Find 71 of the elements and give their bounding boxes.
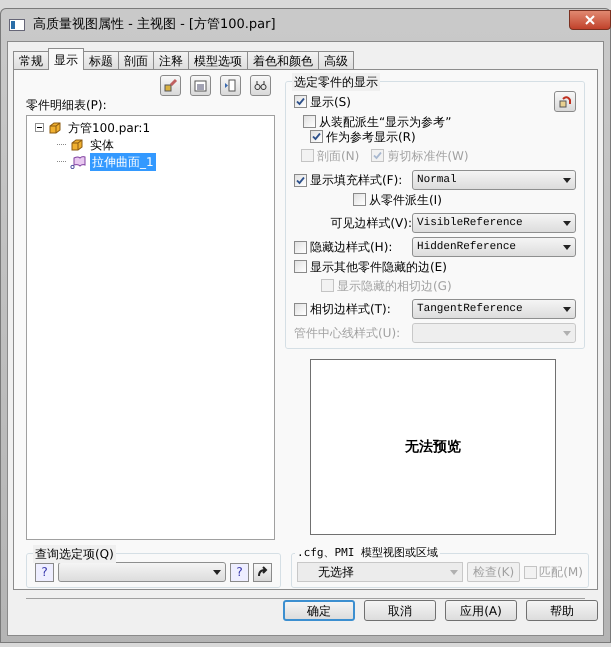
option-label: 作为参考显示(R): [326, 128, 416, 146]
dialog-button[interactable]: 帮助: [526, 600, 598, 621]
style-dropdown[interactable]: TangentReference: [412, 299, 576, 319]
group-title: .cfg、PMI 模型视图或区域: [295, 545, 440, 562]
caret-icon: [563, 220, 571, 226]
properties-icon[interactable]: [190, 75, 211, 96]
tab[interactable]: 模型选项: [188, 51, 248, 70]
redo-icon: [256, 566, 268, 578]
tab[interactable]: 显示: [48, 48, 84, 70]
caret-icon: [563, 244, 571, 250]
collapse-toggle[interactable]: [35, 123, 44, 132]
tree-item[interactable]: 实体: [88, 136, 116, 154]
tab[interactable]: 着色和颜色: [247, 51, 319, 70]
option-label: 相切边样式(T):: [310, 301, 391, 318]
show-label: 显示(S): [310, 94, 351, 110]
option-label: 可见边样式(V):: [330, 216, 412, 230]
window-icon: [9, 19, 25, 31]
tab[interactable]: 剖面: [118, 51, 154, 70]
option-label: 显示其他零件隐藏的边(E): [310, 258, 447, 276]
reset-button[interactable]: [554, 91, 576, 112]
list-icon[interactable]: [220, 75, 241, 96]
tree-item[interactable]: 方管100.par:1: [66, 118, 152, 136]
option-label: 剖面(N): [317, 148, 360, 164]
group-title: 查询选定项(Q): [33, 545, 116, 563]
tab[interactable]: 注释: [153, 51, 189, 70]
cube-arrow-icon: [558, 94, 572, 109]
help-button[interactable]: ?: [230, 562, 249, 582]
checkbox[interactable]: [294, 302, 307, 316]
caret-icon: [563, 306, 571, 312]
tree-label: 零件明细表(P):: [26, 97, 108, 114]
model-view-dropdown[interactable]: 无选择: [297, 562, 463, 582]
style-dropdown[interactable]: VisibleReference: [412, 213, 576, 233]
caret-icon: [563, 178, 571, 182]
close-button[interactable]: [569, 10, 611, 30]
style-dropdown[interactable]: Normal: [412, 170, 576, 190]
group-title: 选定零件的显示: [292, 73, 380, 91]
dialog-button[interactable]: 确定: [283, 600, 355, 621]
checkbox[interactable]: [294, 174, 307, 186]
cube-icon: [48, 120, 62, 134]
option-label: 匹配(M): [539, 564, 583, 581]
option-label: 显示隐藏的相切边(G): [337, 278, 452, 294]
option-label: 从装配派生“显示为参考”: [319, 114, 452, 130]
query-dropdown[interactable]: [58, 562, 226, 582]
option-label: 从零件派生(I): [369, 192, 442, 208]
binoculars-icon[interactable]: [250, 75, 271, 96]
surface-icon: [70, 154, 86, 168]
option-label: 显示填充样式(F):: [310, 172, 402, 189]
window-title: 高质量视图属性 - 主视图 - [方管100.par]: [33, 16, 276, 34]
checkbox[interactable]: [310, 130, 323, 143]
caret-icon: [450, 570, 458, 574]
caret-icon: [213, 570, 221, 574]
dialog-button[interactable]: 应用(A): [445, 600, 517, 621]
checkbox[interactable]: [353, 193, 366, 206]
style-dropdown[interactable]: HiddenReference: [412, 237, 576, 257]
tab[interactable]: 高级: [318, 51, 354, 70]
cube-icon: [70, 138, 84, 152]
dialog-button[interactable]: 取消: [364, 600, 436, 621]
checkbox[interactable]: [303, 115, 316, 128]
tab[interactable]: 常规: [13, 51, 49, 70]
cube-eraser-icon[interactable]: [160, 75, 181, 96]
checkbox[interactable]: [294, 95, 307, 108]
checkbox[interactable]: [294, 260, 307, 273]
redo-button[interactable]: [253, 562, 272, 582]
option-label: 剪切标准件(W): [387, 148, 469, 164]
option-label: 管件中心线样式(U):: [294, 325, 400, 342]
close-icon: [585, 15, 595, 25]
option-label: 隐藏边样式(H):: [310, 239, 392, 256]
caret-icon: [563, 330, 571, 336]
query-help-button[interactable]: ?: [35, 562, 54, 582]
preview-text: 无法预览: [405, 438, 461, 456]
checkbox[interactable]: [294, 240, 307, 254]
